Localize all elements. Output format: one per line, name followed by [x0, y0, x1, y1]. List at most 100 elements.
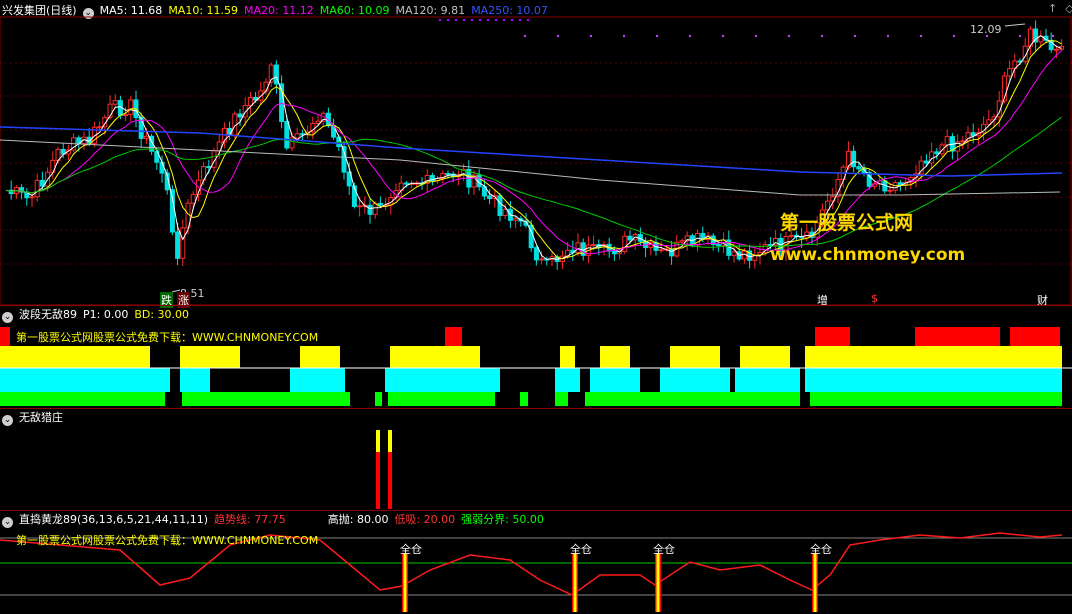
band-cyan [180, 368, 210, 392]
band-green [0, 392, 165, 406]
band-green [388, 392, 495, 406]
signal-dot [526, 18, 530, 22]
candle-body [502, 208, 508, 216]
full-position-label: 全仓 [570, 543, 592, 556]
band-cyan [290, 368, 345, 392]
candle-body [627, 235, 633, 241]
signal-dot [721, 34, 725, 38]
hunt-bar-yellow [376, 430, 380, 452]
signal-dot [952, 34, 956, 38]
high-price-label: 12.09 [970, 23, 1002, 36]
candle-body [97, 126, 103, 129]
settings-icon[interactable]: ⌄ [2, 517, 13, 528]
low-buy-label: 低吸: 20.00 [394, 513, 456, 526]
candle-body [159, 161, 165, 174]
band-cyan [0, 368, 170, 392]
panel3-header: ⌄ 无敌猎庄 [0, 410, 69, 426]
signal-dot [1051, 34, 1055, 38]
band-red [815, 327, 850, 346]
candle-body [897, 182, 903, 185]
band-red [915, 327, 1000, 346]
panel2-bd: BD: 30.00 [134, 308, 190, 321]
diamond-icon[interactable]: ◇ [1065, 2, 1072, 15]
candle-body [944, 136, 950, 146]
candle-body [237, 113, 243, 118]
signal-dot [1018, 34, 1022, 38]
signal-dot [486, 18, 490, 22]
band-yellow [560, 346, 575, 368]
signal-dot [556, 34, 560, 38]
candle-body [372, 202, 378, 215]
band-yellow [670, 346, 720, 368]
signal-dot [853, 34, 857, 38]
candle-body [679, 240, 685, 243]
candle-body [715, 244, 721, 247]
full-position-bar-yellow [573, 553, 577, 612]
candle-body [856, 166, 862, 170]
signal-dot [478, 18, 482, 22]
candle-body [175, 231, 181, 259]
candle-body [934, 151, 940, 155]
full-position-bar-yellow [813, 553, 817, 612]
candle-body [284, 120, 290, 149]
hunt-bar-red [388, 452, 392, 509]
candle-body [887, 189, 893, 192]
top-right-icons: ↑ ◇ [1048, 1, 1072, 17]
candle-body [367, 204, 373, 215]
band-yellow [600, 346, 630, 368]
panel2-p1: P1: 0.00 [83, 308, 129, 321]
signal-dot [787, 34, 791, 38]
candle-body [247, 96, 253, 107]
candle-body [206, 166, 212, 169]
candle-body [377, 202, 383, 206]
panel-divider [0, 305, 1072, 306]
band-yellow [0, 346, 150, 368]
full-position-label: 全仓 [400, 543, 422, 556]
full-position-bar-yellow [403, 553, 407, 612]
candle-body [611, 250, 617, 255]
candle-body [128, 99, 134, 116]
band-yellow [180, 346, 240, 368]
signal-dot [655, 34, 659, 38]
signal-dot [502, 18, 506, 22]
candle-body [497, 195, 503, 216]
band-green [375, 392, 382, 406]
signal-dot [470, 18, 474, 22]
candle-body [263, 81, 269, 92]
candle-body [180, 227, 186, 259]
band-cyan [385, 368, 500, 392]
signal-dot [622, 34, 626, 38]
band-green [810, 392, 1062, 406]
band-cyan [555, 368, 580, 392]
candle-body [294, 133, 300, 139]
signal-dot [919, 34, 923, 38]
band-red [1010, 327, 1060, 346]
panel2-watermark: 第一股票公式网股票公式免费下载：WWW.CHNMONEY.COM [16, 331, 319, 344]
hunt-bar-red [376, 452, 380, 509]
panel3-title: 无敌猎庄 [19, 411, 63, 424]
band-green [520, 392, 528, 406]
settings-icon[interactable]: ⌄ [2, 415, 13, 426]
candle-body [788, 234, 794, 237]
candle-body [34, 179, 40, 198]
panel-divider [0, 408, 1072, 409]
signal-dot [589, 34, 593, 38]
signal-dot [446, 18, 450, 22]
boundary-label: 强弱分界: 50.00 [461, 513, 544, 526]
arrow-up-icon[interactable]: ↑ [1048, 2, 1057, 15]
high-sell-label: 高抛: 80.00 [327, 513, 389, 526]
candle-body [29, 196, 35, 199]
candle-body [539, 258, 545, 261]
signal-dot [510, 18, 514, 22]
signal-dot [886, 34, 890, 38]
band-yellow [300, 346, 340, 368]
panel-divider [0, 510, 1072, 511]
signal-dot [820, 34, 824, 38]
ma120-line [0, 139, 1061, 196]
candle-body [123, 114, 129, 117]
panel2-header: ⌄ 波段无敌89 P1: 0.00 BD: 30.00 [0, 307, 195, 323]
band-yellow [740, 346, 790, 368]
band-yellow [390, 346, 480, 368]
candle-body [658, 249, 664, 252]
settings-icon[interactable]: ⌄ [2, 312, 13, 323]
